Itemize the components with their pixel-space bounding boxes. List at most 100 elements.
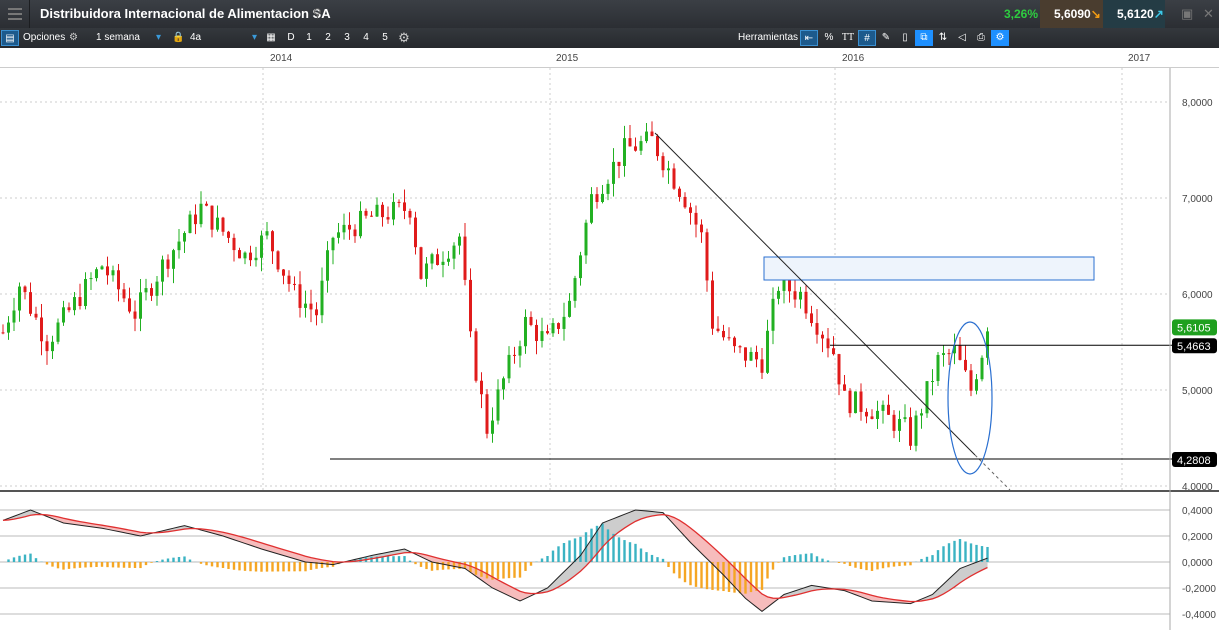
macd-histogram-bar <box>7 559 10 562</box>
calendar-icon[interactable]: ▦ <box>262 30 280 46</box>
draw-icon[interactable]: ✎ <box>877 30 895 46</box>
zone-rectangle[interactable] <box>763 256 1095 281</box>
macd-histogram-bar <box>304 562 307 572</box>
candle-body <box>793 291 797 300</box>
trend-line-extension <box>974 454 1011 490</box>
windows-icon[interactable]: ⧉ <box>915 30 933 46</box>
macd-histogram-bar <box>700 562 703 589</box>
macd-histogram-bar <box>617 537 621 562</box>
macd-histogram-bar <box>782 557 786 562</box>
macd-histogram-bar <box>639 548 643 562</box>
candle-body <box>936 354 940 382</box>
range-button-3[interactable]: 3 <box>338 30 356 46</box>
macd-chart[interactable]: 0,4000 0,2000 0,0000 -0,2000 -0,4000 <box>0 490 1219 630</box>
macd-histogram-bar <box>865 562 868 571</box>
macd-histogram-bar <box>502 562 505 579</box>
range-button-2[interactable]: 2 <box>319 30 337 46</box>
range-button-5[interactable]: 5 <box>376 30 394 46</box>
candle-body <box>392 201 395 220</box>
sell-price-button[interactable]: 5,6090↘ <box>1040 0 1103 28</box>
restore-icon[interactable]: ▣ <box>1181 6 1193 22</box>
candle-icon[interactable]: ▯ <box>896 30 914 46</box>
candle-body <box>623 138 626 166</box>
scroll-end-icon[interactable]: ⇤ <box>800 30 818 46</box>
candle-body <box>254 257 258 261</box>
macd-histogram-bar <box>18 555 21 562</box>
candle-body <box>656 136 659 157</box>
candle-body <box>562 316 566 329</box>
close-icon[interactable]: ✕ <box>1203 6 1214 22</box>
menu-icon[interactable] <box>0 0 30 28</box>
macd-histogram-bar <box>986 546 989 562</box>
buy-price-button[interactable]: 5,6120↗ <box>1103 0 1165 28</box>
macd-histogram-bar <box>254 562 258 572</box>
print-icon[interactable]: ⎙ <box>972 30 990 46</box>
macd-histogram-bar <box>232 562 236 570</box>
macd-histogram-bar <box>909 562 912 566</box>
indicators-icon[interactable]: ⇅ <box>934 30 952 46</box>
macd-histogram-bar <box>111 562 115 568</box>
candle-body <box>672 168 676 189</box>
macd-histogram-bar <box>139 562 142 569</box>
macd-histogram-bar <box>12 557 16 562</box>
grid-icon[interactable]: # <box>858 30 876 46</box>
candle-body <box>298 284 302 308</box>
settings-icon[interactable]: ⚙ <box>395 30 413 46</box>
time-axis: 2014 2015 2016 2017 <box>0 48 1219 68</box>
candle-body <box>551 323 555 334</box>
list-icon[interactable]: ▤ <box>1 30 19 46</box>
macd-histogram-bar <box>623 540 626 562</box>
year-label: 2016 <box>842 53 865 64</box>
range-select[interactable]: 4a ▾ <box>190 30 260 46</box>
candle-body <box>584 222 588 256</box>
macd-histogram-bar <box>221 562 225 568</box>
candle-body <box>700 224 703 233</box>
candle-body <box>139 292 142 319</box>
candle-body <box>232 237 236 251</box>
macd-histogram-bar <box>793 555 797 562</box>
up-arrow-icon: ↗ <box>1153 7 1164 21</box>
candle-body <box>447 258 450 262</box>
support-tag: 4,2808 <box>1172 452 1217 468</box>
period-select[interactable]: 1 semana ▾ <box>96 30 166 46</box>
tag-icon[interactable]: ◁ <box>953 30 971 46</box>
tool-settings-icon[interactable]: ⚙ <box>991 30 1009 46</box>
macd-histogram-bar <box>854 562 857 568</box>
macd-histogram-bar <box>876 562 879 570</box>
text-tool-button[interactable]: TT <box>839 30 857 46</box>
macd-histogram-bar <box>518 562 522 578</box>
macd-histogram-bar <box>727 562 731 592</box>
macd-histogram-bar <box>634 543 637 562</box>
lock-icon[interactable]: 🔒 <box>172 30 184 46</box>
macd-histogram-bar <box>573 538 577 562</box>
candle-body <box>942 353 945 355</box>
down-arrow-icon: ↘ <box>1090 7 1101 21</box>
candle-body <box>969 370 973 391</box>
range-button-d[interactable]: D <box>282 30 300 46</box>
price-chart[interactable]: 8,0000 7,0000 6,0000 5,0000 4,0000 5,6105 5,… <box>0 68 1219 490</box>
percent-button[interactable]: % <box>820 30 838 46</box>
candle-body <box>958 345 962 360</box>
candle-body <box>650 131 654 137</box>
options-button[interactable]: Opciones <box>23 30 65 46</box>
gear-icon[interactable]: ⚙ <box>69 30 78 46</box>
last-price-tag: 5,6105 <box>1172 319 1217 336</box>
candle-body <box>496 389 500 421</box>
candle-body <box>876 410 879 419</box>
macd-histogram-bar <box>953 540 956 562</box>
resistance-tag: 5,4663 <box>1172 338 1217 354</box>
macd-histogram-bar <box>590 528 593 562</box>
candle-body <box>760 359 764 373</box>
svg-text:5,4663: 5,4663 <box>1177 341 1211 353</box>
candle-body <box>67 307 71 311</box>
macd-histogram-bar <box>100 562 104 567</box>
candle-body <box>62 307 65 323</box>
macd-histogram-bar <box>150 562 153 563</box>
candle-body <box>425 263 428 279</box>
range-button-1[interactable]: 1 <box>300 30 318 46</box>
macd-histogram-bar <box>29 553 32 562</box>
search-icon[interactable]: ⚲ <box>313 6 322 20</box>
range-button-4[interactable]: 4 <box>357 30 375 46</box>
candle-body <box>799 291 802 300</box>
macd-axis-label: 0,4000 <box>1182 506 1213 517</box>
